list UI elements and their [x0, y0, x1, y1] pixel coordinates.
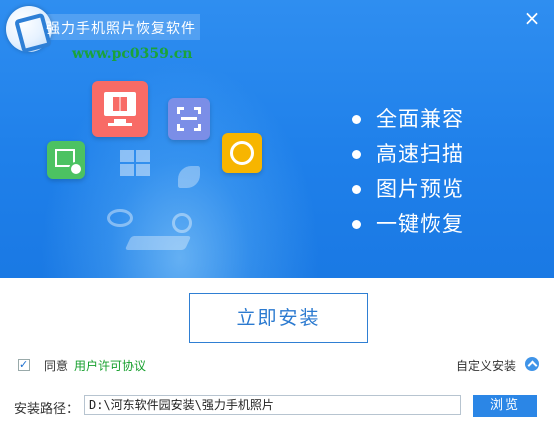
license-link[interactable]: 用户许可协议 — [74, 358, 146, 374]
header-banner: 强力手机照片恢复软件 www.pc0359.cn × 全面兼容 高速扫描 图片预… — [0, 0, 554, 278]
feature-item: 图片预览 — [350, 172, 464, 207]
window-title: 强力手机照片恢复软件 — [46, 21, 196, 37]
agree-checkbox[interactable] — [18, 357, 30, 373]
custom-install-link[interactable]: 自定义安装 — [456, 358, 516, 374]
close-button[interactable]: × — [522, 6, 542, 30]
install-path-input[interactable]: D:\河东软件园安装\强力手机照片 — [84, 395, 461, 415]
windows-icon — [120, 150, 152, 178]
browse-button[interactable]: 浏览 — [473, 395, 537, 417]
computer-icon — [92, 81, 148, 137]
image-view-icon — [47, 141, 85, 179]
feature-item: 高速扫描 — [350, 137, 464, 172]
install-now-button[interactable]: 立即安装 — [189, 293, 368, 343]
scan-icon — [168, 98, 210, 140]
feature-list: 全面兼容 高速扫描 图片预览 一键恢复 — [350, 102, 464, 242]
feature-item: 全面兼容 — [350, 102, 464, 137]
chevron-up-icon[interactable] — [525, 357, 539, 371]
feature-item: 一键恢复 — [350, 207, 464, 242]
magnifier-icon — [172, 213, 192, 233]
eye-icon — [107, 209, 133, 227]
install-path-label: 安装路径： — [14, 402, 80, 417]
watermark-text: www.pc0359.cn — [72, 46, 193, 62]
platform-stack — [124, 236, 192, 250]
agree-label: 同意 — [44, 359, 69, 373]
copyright-icon — [222, 133, 262, 173]
